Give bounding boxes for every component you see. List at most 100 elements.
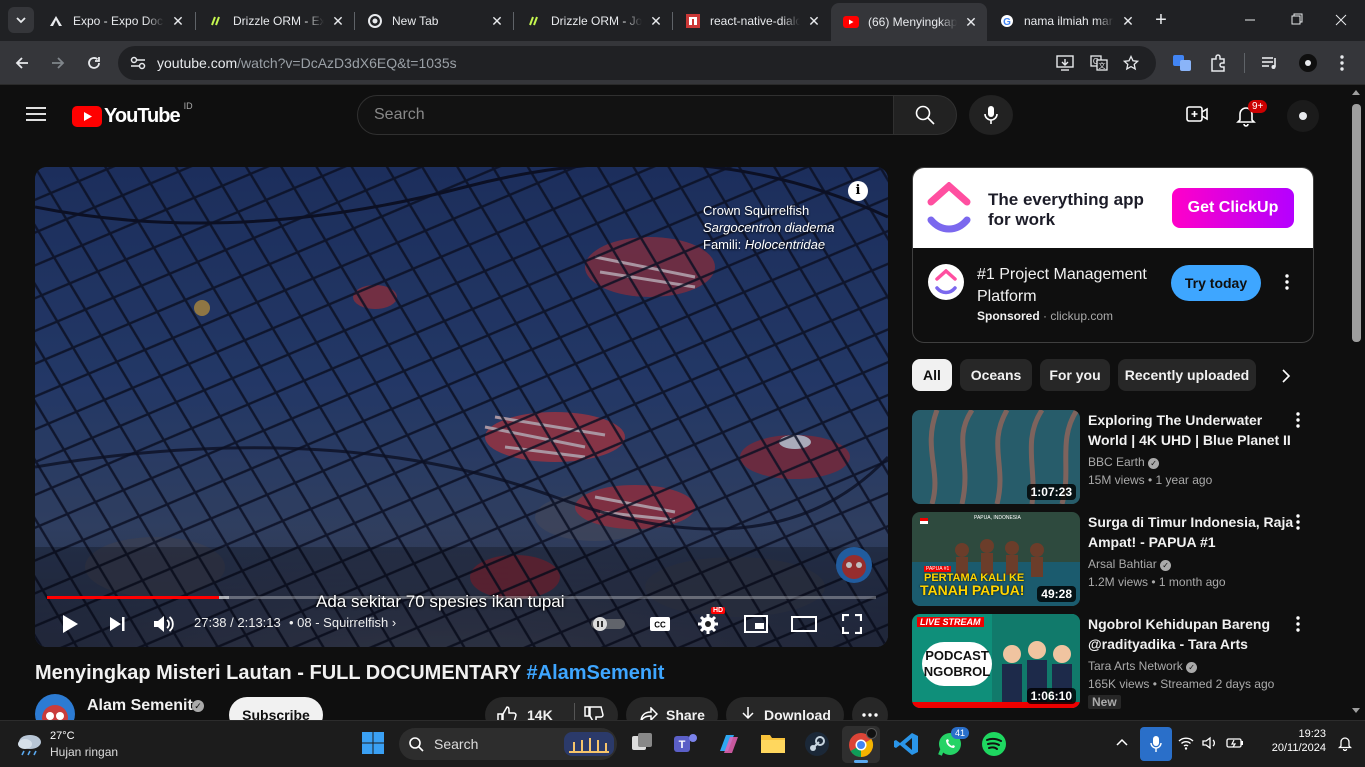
reload-button[interactable] (82, 51, 106, 75)
progress-bar[interactable] (47, 596, 876, 599)
vscode-app[interactable] (893, 731, 919, 757)
whatsapp-app[interactable]: 41 (937, 727, 970, 757)
chip-recently-uploaded[interactable]: Recently uploaded (1118, 359, 1256, 391)
info-card-icon[interactable]: i (848, 181, 868, 201)
quick-settings[interactable] (1178, 735, 1246, 753)
guide-menu-icon[interactable] (26, 106, 46, 122)
video-hashtag[interactable]: #AlamSemenit (527, 662, 665, 684)
browser-tab-drizzle-joins[interactable]: Drizzle ORM - Joins ✕ (514, 5, 672, 36)
install-app-icon[interactable] (1056, 55, 1074, 71)
address-bar[interactable]: youtube.com/watch?v=DcAzD3dX6EQ&t=1035s … (118, 46, 1156, 80)
account-avatar[interactable] (1287, 100, 1319, 132)
teams-app[interactable]: T (672, 731, 698, 757)
miniplayer-button[interactable] (742, 610, 770, 638)
channel-name[interactable]: Alam Semenit (87, 697, 193, 715)
close-icon[interactable]: ✕ (170, 13, 186, 29)
advertiser-avatar[interactable] (928, 264, 964, 300)
translate-extension-icon[interactable] (1170, 51, 1194, 75)
mute-button[interactable] (150, 610, 178, 638)
voice-search-button[interactable] (969, 95, 1013, 135)
action-menu-icon[interactable] (1296, 616, 1308, 636)
chip-oceans[interactable]: Oceans (960, 359, 1032, 391)
captions-button[interactable]: CC (646, 610, 674, 638)
translate-icon[interactable]: G文 (1090, 55, 1108, 71)
start-button[interactable] (361, 731, 387, 757)
chip-all[interactable]: All (912, 359, 952, 391)
browser-tab-expo[interactable]: Expo - Expo Documentation ✕ (36, 5, 194, 36)
show-hidden-icons[interactable] (1116, 738, 1128, 746)
chrome-menu-icon[interactable] (1330, 51, 1354, 75)
close-icon[interactable]: ✕ (648, 13, 664, 29)
recommendation-channel[interactable]: Arsal Bahtiar ✓ (1088, 557, 1172, 571)
tab-search-button[interactable] (8, 7, 34, 33)
recommendation-channel[interactable]: Tara Arts Network ✓ (1088, 659, 1198, 673)
extensions-puzzle-icon[interactable] (1206, 51, 1230, 75)
spotify-app[interactable] (981, 731, 1007, 757)
ad-try-button[interactable]: Try today (1171, 265, 1261, 301)
minimize-button[interactable] (1240, 12, 1260, 28)
ad-menu-icon[interactable] (1285, 274, 1289, 290)
media-controls-icon[interactable] (1258, 51, 1282, 75)
chip-for-you[interactable]: For you (1040, 359, 1110, 391)
chrome-app-active[interactable] (842, 726, 880, 763)
video-thumbnail[interactable]: PAPUA, INDONESIA PAPUA #1 PERTAMA KALI K… (912, 512, 1080, 606)
recommendation-title[interactable]: Ngobrol Kehidupan Bareng @radityadika - … (1088, 614, 1294, 654)
search-button[interactable] (893, 95, 957, 135)
copilot-app[interactable] (716, 731, 742, 757)
recommendation-item[interactable]: 1:07:23 Exploring The Underwater World |… (912, 410, 1342, 504)
close-icon[interactable]: ✕ (330, 13, 346, 29)
close-icon[interactable]: ✕ (806, 13, 822, 29)
ad-heading[interactable]: #1 Project Management Platform (977, 264, 1167, 308)
notification-center-button[interactable] (1338, 735, 1352, 751)
file-explorer-app[interactable] (760, 731, 786, 757)
steam-app[interactable] (804, 731, 830, 757)
scroll-up-arrow[interactable] (1352, 90, 1360, 95)
video-thumbnail[interactable]: 1:07:23 (912, 410, 1080, 504)
create-button[interactable] (1186, 105, 1208, 123)
search-input[interactable]: Search (357, 95, 894, 135)
clock[interactable]: 19:23 20/11/2024 (1254, 728, 1326, 754)
recommendation-channel[interactable]: BBC Earth ✓ (1088, 455, 1160, 469)
theater-mode-button[interactable] (790, 610, 818, 638)
recommendation-item[interactable]: PAPUA, INDONESIA PAPUA #1 PERTAMA KALI K… (912, 512, 1342, 606)
microphone-in-use[interactable] (1140, 727, 1172, 761)
browser-tab-react-native-dialog[interactable]: react-native-dialog ✕ (673, 5, 830, 36)
play-button[interactable] (56, 610, 84, 638)
fullscreen-button[interactable] (838, 610, 866, 638)
back-button[interactable] (10, 51, 34, 75)
site-info-icon[interactable] (130, 56, 146, 70)
ad-banner[interactable]: The everything app for work Get ClickUp (913, 168, 1313, 248)
recommendation-item[interactable]: LIVE STREAM PODCAST NGOBROL 1:06:10 Ngobr… (912, 614, 1342, 709)
close-icon[interactable]: ✕ (489, 13, 505, 29)
profile-avatar[interactable] (1296, 51, 1320, 75)
close-window-button[interactable] (1331, 12, 1351, 28)
browser-tab-google[interactable]: G nama ilmiah marine ✕ (987, 5, 1144, 36)
close-icon[interactable]: ✕ (1120, 13, 1136, 29)
close-icon[interactable]: ✕ (963, 14, 979, 30)
action-menu-icon[interactable] (1296, 412, 1308, 432)
scroll-down-arrow[interactable] (1352, 708, 1360, 713)
ad-banner-cta[interactable]: Get ClickUp (1172, 188, 1294, 228)
browser-tab-drizzle-expo[interactable]: Drizzle ORM - Expo SQLite ✕ (196, 5, 354, 36)
action-menu-icon[interactable] (1296, 514, 1308, 534)
bookmark-star-icon[interactable] (1123, 55, 1139, 71)
video-player[interactable]: i Crown Squirrelfish Sargocentron diadem… (35, 167, 888, 647)
chips-next-button[interactable] (1280, 366, 1292, 386)
next-button[interactable] (103, 610, 131, 638)
video-thumbnail[interactable]: LIVE STREAM PODCAST NGOBROL 1:06:10 (912, 614, 1080, 708)
restore-button[interactable] (1286, 12, 1306, 28)
chapter-button[interactable]: • 08 - Squirrelfish › (289, 615, 396, 630)
page-scrollbar[interactable] (1348, 86, 1365, 720)
autoplay-toggle[interactable] (590, 610, 626, 638)
recommendation-title[interactable]: Surga di Timur Indonesia, Raja Ampat! - … (1088, 512, 1294, 552)
new-tab-button[interactable]: + (1150, 9, 1172, 31)
taskbar-search[interactable]: Search (399, 728, 617, 760)
recommendation-title[interactable]: Exploring The Underwater World | 4K UHD … (1088, 410, 1294, 450)
scrollbar-thumb[interactable] (1352, 104, 1361, 342)
notifications-button[interactable]: 9+ (1236, 100, 1268, 127)
weather-widget[interactable]: 27°C Hujan ringan (16, 729, 146, 761)
youtube-logo[interactable]: YouTube ID (72, 101, 193, 128)
forward-button[interactable] (46, 51, 70, 75)
browser-tab-new-tab[interactable]: New Tab ✕ (355, 5, 513, 36)
browser-tab-youtube[interactable]: (66) Menyingkap Misteri Lautan ✕ (831, 3, 987, 41)
